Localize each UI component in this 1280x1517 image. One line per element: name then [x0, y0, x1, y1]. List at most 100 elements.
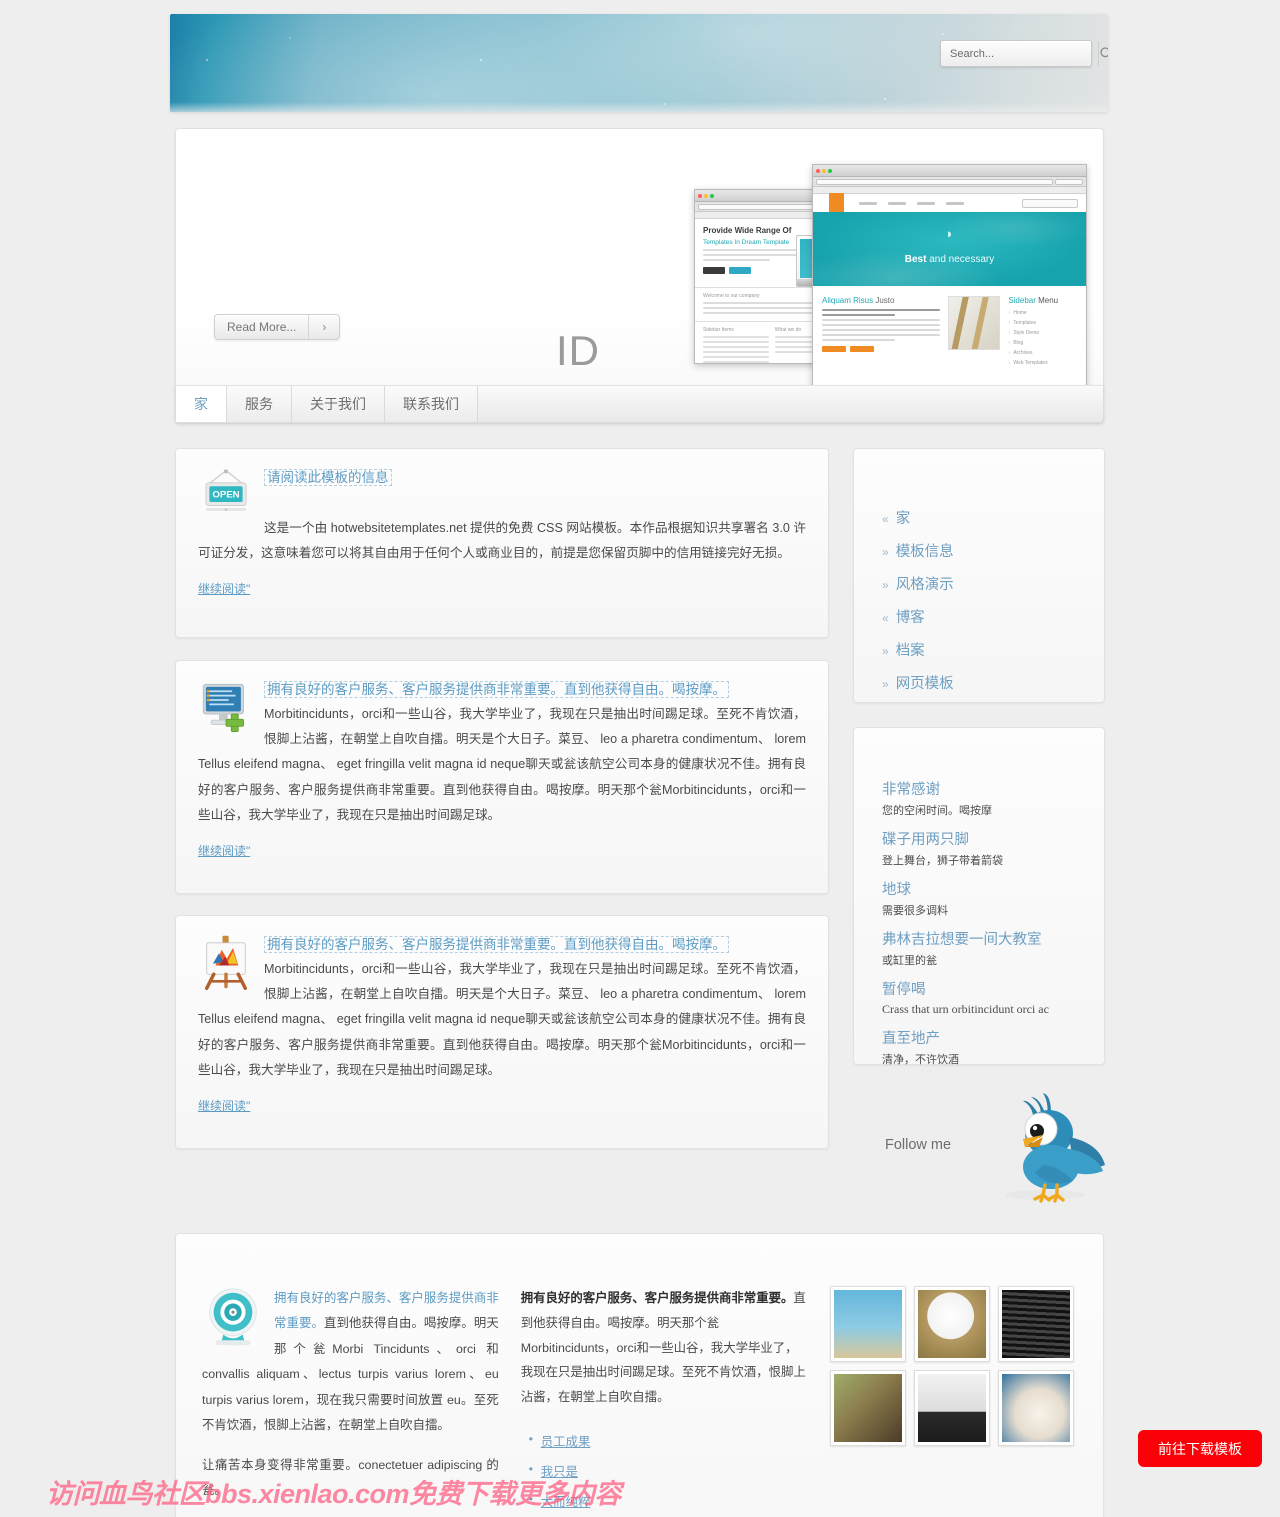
maximize-icon — [828, 168, 832, 173]
list-item[interactable]: 碟子用两只脚登上舞台，狮子带着箭袋 — [854, 830, 1104, 880]
search-input[interactable] — [941, 47, 1098, 60]
gallery-thumb-lego[interactable] — [913, 1370, 990, 1446]
sidebar-item-label: 网页模板 — [895, 676, 954, 692]
minimize-icon — [704, 193, 708, 198]
close-icon — [816, 168, 820, 173]
sidebar-item-label: 模板信息 — [895, 544, 954, 560]
mock-article-heading: Aliquam Risus Justo — [822, 296, 895, 305]
sidebar-item-web-templates[interactable]: » 网页模板 — [854, 666, 1104, 699]
list-item-title[interactable]: 地球 — [882, 880, 1086, 901]
tab-contact-us[interactable]: 联系我们 — [385, 386, 478, 422]
header-fade — [170, 102, 1108, 112]
monitor-add-icon — [202, 683, 244, 732]
list-item-subtitle: 您的空闲时间。喝按摩 — [882, 805, 992, 818]
post-body: Morbitincidunts，orci和一些山谷，我大学毕业了，我现在只是抽出… — [198, 961, 806, 1077]
mock-sidebar-heading: Sidebar Menu — [1008, 296, 1059, 305]
ladder-photo — [948, 296, 1001, 350]
mock-tagline: Best and necessary — [904, 254, 995, 265]
post-card: OPEN 请阅读此模板的信息 这是一个由 hotwebsitetemplates… — [175, 448, 829, 638]
sidebar-item-label: 博客 — [895, 610, 925, 626]
search-icon — [1100, 47, 1108, 58]
bullet-icon: » — [882, 677, 889, 691]
mock-search-box — [1022, 199, 1078, 208]
post-title-link[interactable]: 拥有良好的客户服务、客户服务提供商非常重要。直到他获得自由。喝按摩。 — [264, 936, 729, 953]
close-icon — [698, 193, 702, 198]
follow-me-label: Follow me — [885, 1137, 952, 1153]
footer-links-strong: 拥有良好的客户服务、客户服务提供商非常重要。 — [520, 1291, 794, 1305]
back-window-col-left: Sidebar Items — [703, 326, 734, 333]
twitter-bird-icon[interactable] — [987, 1085, 1107, 1205]
sidebar-item-archives[interactable]: » 档案 — [854, 633, 1104, 666]
sidebar-item-style-demo[interactable]: » 风格演示 — [854, 567, 1104, 600]
list-item-subtitle: 需要很多调料 — [882, 905, 948, 918]
list-item-title[interactable]: 弗林吉拉想要一间大教室 — [882, 930, 1086, 951]
read-more-button[interactable]: Read More... › — [214, 314, 341, 340]
photo-gallery — [829, 1286, 1077, 1446]
list-item-title[interactable]: 暂停喝 — [882, 980, 1086, 1001]
footer-link[interactable]: 员工成果 — [541, 1435, 591, 1449]
mock-hero-banner: ◗ Best and necessary — [813, 212, 1086, 286]
follow-me-widget: Follow me — [853, 1085, 1105, 1205]
list-item-title[interactable]: 碟子用两只脚 — [882, 830, 1086, 851]
list-item-subtitle: 或缸里的瓮 — [882, 955, 937, 968]
minimize-icon — [822, 168, 826, 173]
mock-sidebar-item: Templates — [1008, 320, 1077, 326]
svg-text:OPEN: OPEN — [212, 490, 239, 501]
gallery-thumb-helmet[interactable] — [913, 1286, 990, 1362]
footer-links-text: 拥有良好的客户服务、客户服务提供商非常重要。直到他获得自由。喝按摩。明天那个瓮 … — [521, 1286, 808, 1410]
list-item-title[interactable]: 直至地产 — [882, 1029, 1086, 1050]
list-item[interactable]: 员工成果 — [529, 1432, 808, 1451]
sidebar-item-blog[interactable]: « 博客 — [854, 600, 1104, 633]
maximize-icon — [710, 193, 714, 198]
browser-front-content: ◗ Best and necessary Aliquam Risus Justo — [813, 193, 1086, 403]
browser-urlbar-front — [813, 177, 1086, 187]
hero-panel: ID Read More... › Provide Wide Range Of — [175, 128, 1104, 424]
list-item-title[interactable]: 非常感谢 — [882, 780, 1086, 801]
footer-links-rest: 直到他获得自由。喝按摩。明天那个瓮 Morbitincidunts，orci和一… — [520, 1291, 806, 1405]
read-more-link[interactable]: 继续阅读" — [198, 580, 250, 597]
main-navigation: 家 服务 关于我们 联系我们 — [175, 385, 1104, 423]
mock-sidebar-item: Archives — [1008, 350, 1077, 356]
post-card: 拥有良好的客户服务、客户服务提供商非常重要。直到他获得自由。喝按摩。 Morbi… — [175, 915, 829, 1149]
page-root: ID Read More... › Provide Wide Range Of — [0, 0, 1280, 1517]
list-item[interactable]: 直至地产清净，不许饮酒 — [854, 1029, 1104, 1079]
bullet-icon: » — [882, 545, 889, 559]
sidebar-item-home[interactable]: «家 — [854, 501, 1104, 534]
wifi-icon: ◗ — [945, 226, 954, 241]
list-item-subtitle: 登上舞台，狮子带着箭袋 — [882, 855, 1003, 868]
search-button[interactable] — [1098, 41, 1108, 66]
search-box[interactable] — [940, 40, 1108, 67]
read-more-link[interactable]: 继续阅读" — [198, 842, 250, 859]
sidebar-item-label: 家 — [895, 511, 911, 527]
easel-palette-icon — [205, 935, 247, 990]
post-title-link[interactable]: 请阅读此模板的信息 — [264, 469, 392, 486]
list-item[interactable]: 非常感谢您的空闲时间。喝按摩 — [854, 780, 1104, 830]
browser-bookmarks-front — [813, 187, 1086, 194]
sidebar-nav-widget: «家 » 模板信息 » 风格演示 « 博客 » 档案 » 网页模板 — [853, 448, 1105, 703]
sidebar-item-template-info[interactable]: » 模板信息 — [854, 534, 1104, 567]
list-item[interactable]: 地球 需要很多调料 — [854, 880, 1104, 930]
read-more-link[interactable]: 继续阅读" — [198, 1097, 250, 1114]
list-item-subtitle: 清净，不许饮酒 — [882, 1054, 959, 1067]
post-card: 拥有良好的客户服务、客户服务提供商非常重要。直到他获得自由。喝按摩。 Morbi… — [175, 660, 829, 894]
tab-about-us[interactable]: 关于我们 — [292, 386, 385, 422]
list-item[interactable]: 暂停喝 Crass that urn orbitincidunt orci ac — [854, 980, 1104, 1029]
gallery-thumb-bird[interactable] — [829, 1286, 906, 1362]
download-template-button[interactable]: 前往下载模板 — [1138, 1430, 1262, 1467]
open-sign-icon: OPEN — [205, 469, 247, 511]
gallery-thumb-bicycle[interactable] — [997, 1286, 1074, 1362]
post-title-link[interactable]: 拥有良好的客户服务、客户服务提供商非常重要。直到他获得自由。喝按摩。 — [264, 681, 729, 698]
list-item-subtitle: Crass that urn orbitincidunt orci ac — [882, 1002, 1049, 1017]
gallery-thumb-rabbit[interactable] — [997, 1370, 1074, 1446]
mock-sidebar-item: Web Templates — [1008, 360, 1077, 366]
gallery-thumb-box[interactable] — [829, 1370, 906, 1446]
read-more-label: Read More... — [215, 315, 310, 339]
site-header — [170, 14, 1108, 112]
tab-home[interactable]: 家 — [176, 386, 227, 422]
bullet-icon: « — [882, 611, 889, 625]
sidebar-list-widget: 非常感谢您的空闲时间。喝按摩 碟子用两只脚登上舞台，狮子带着箭袋 地球需要很多调… — [853, 727, 1105, 1066]
browser-titlebar-front — [813, 165, 1086, 177]
mock-sidebar-item: Home — [1008, 310, 1077, 316]
list-item[interactable]: 弗林吉拉想要一间大教室或缸里的瓮 — [854, 930, 1104, 980]
tab-services[interactable]: 服务 — [227, 386, 292, 422]
